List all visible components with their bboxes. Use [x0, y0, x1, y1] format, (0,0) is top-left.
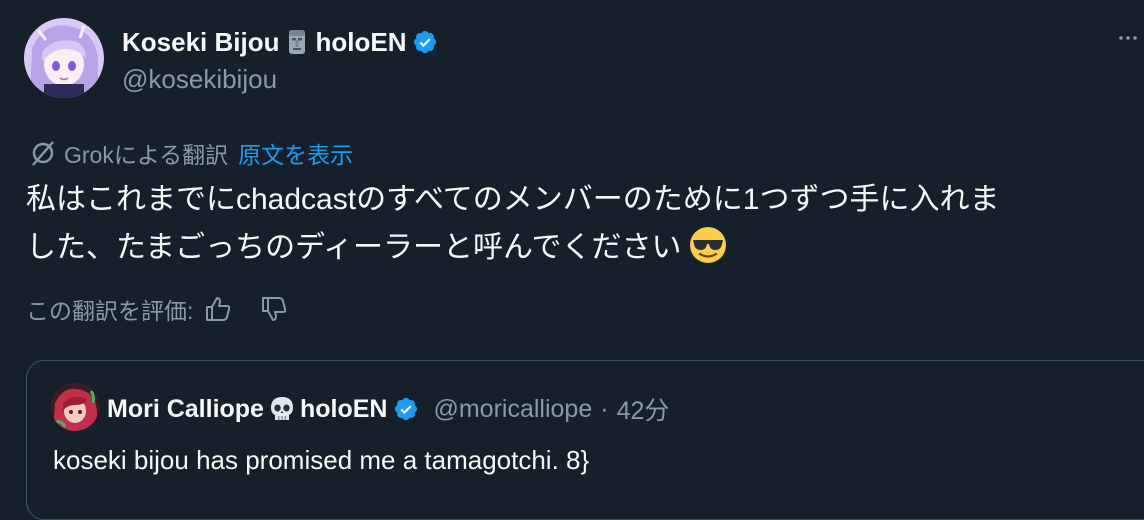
quoted-author-row: Mori Calliope holoEN @moricalliope · 42分: [107, 389, 669, 429]
author-avatar[interactable]: [24, 18, 104, 98]
quoted-tweet[interactable]: Mori Calliope holoEN @moricalliope · 42分…: [26, 360, 1144, 520]
grok-icon: [28, 138, 58, 168]
rate-translation-label: この翻訳を評価:: [26, 298, 194, 324]
verified-badge-icon: [393, 396, 419, 422]
author-handle[interactable]: @kosekibijou: [122, 64, 277, 95]
translation-source-label: Grokによる翻訳: [64, 142, 229, 168]
verified-badge-icon: [412, 29, 438, 55]
author-name-suffix[interactable]: holoEN: [315, 27, 406, 58]
more-options-button[interactable]: [1112, 22, 1144, 54]
author-display-name[interactable]: Koseki Bijou: [122, 27, 279, 58]
skull-icon: [268, 395, 296, 423]
moai-icon: [283, 28, 311, 56]
tweet: Koseki Bijou holoEN @kosekibijou Grokによる…: [0, 0, 1144, 520]
tweet-text-line-1: 私はこれまでにchadcastのすべてのメンバーのために1つずつ手に入れま: [26, 183, 1000, 216]
quoted-author-display-name[interactable]: Mori Calliope: [107, 395, 264, 424]
quoted-timestamp[interactable]: 42分: [617, 391, 670, 427]
rate-translation-row: この翻訳を評価:: [26, 292, 289, 326]
translation-bar: Grokによる翻訳 原文を表示: [28, 138, 353, 168]
author-name-row[interactable]: Koseki Bijou holoEN: [122, 24, 438, 60]
tweet-text-line-2: した、たまごっちのディーラーと呼んでください: [26, 224, 1138, 272]
more-dots-icon: [1119, 36, 1137, 40]
tweet-text-line-2-content: した、たまごっちのディーラーと呼んでください: [26, 231, 682, 264]
quoted-author-avatar[interactable]: [51, 383, 99, 431]
tweet-text: 私はこれまでにchadcastのすべてのメンバーのために1つずつ手に入れま した…: [26, 176, 1138, 272]
quoted-tweet-text: koseki bijou has promised me a tamagotch…: [53, 445, 590, 475]
quoted-author-name-suffix[interactable]: holoEN: [300, 395, 388, 424]
quoted-author-handle[interactable]: @moricalliope: [433, 395, 592, 424]
quoted-separator: ·: [600, 394, 609, 423]
smiling-face-with-sunglasses-icon: [688, 225, 728, 265]
thumbs-up-icon[interactable]: [203, 294, 233, 324]
thumbs-down-icon[interactable]: [259, 294, 289, 324]
show-original-link[interactable]: 原文を表示: [238, 136, 353, 170]
